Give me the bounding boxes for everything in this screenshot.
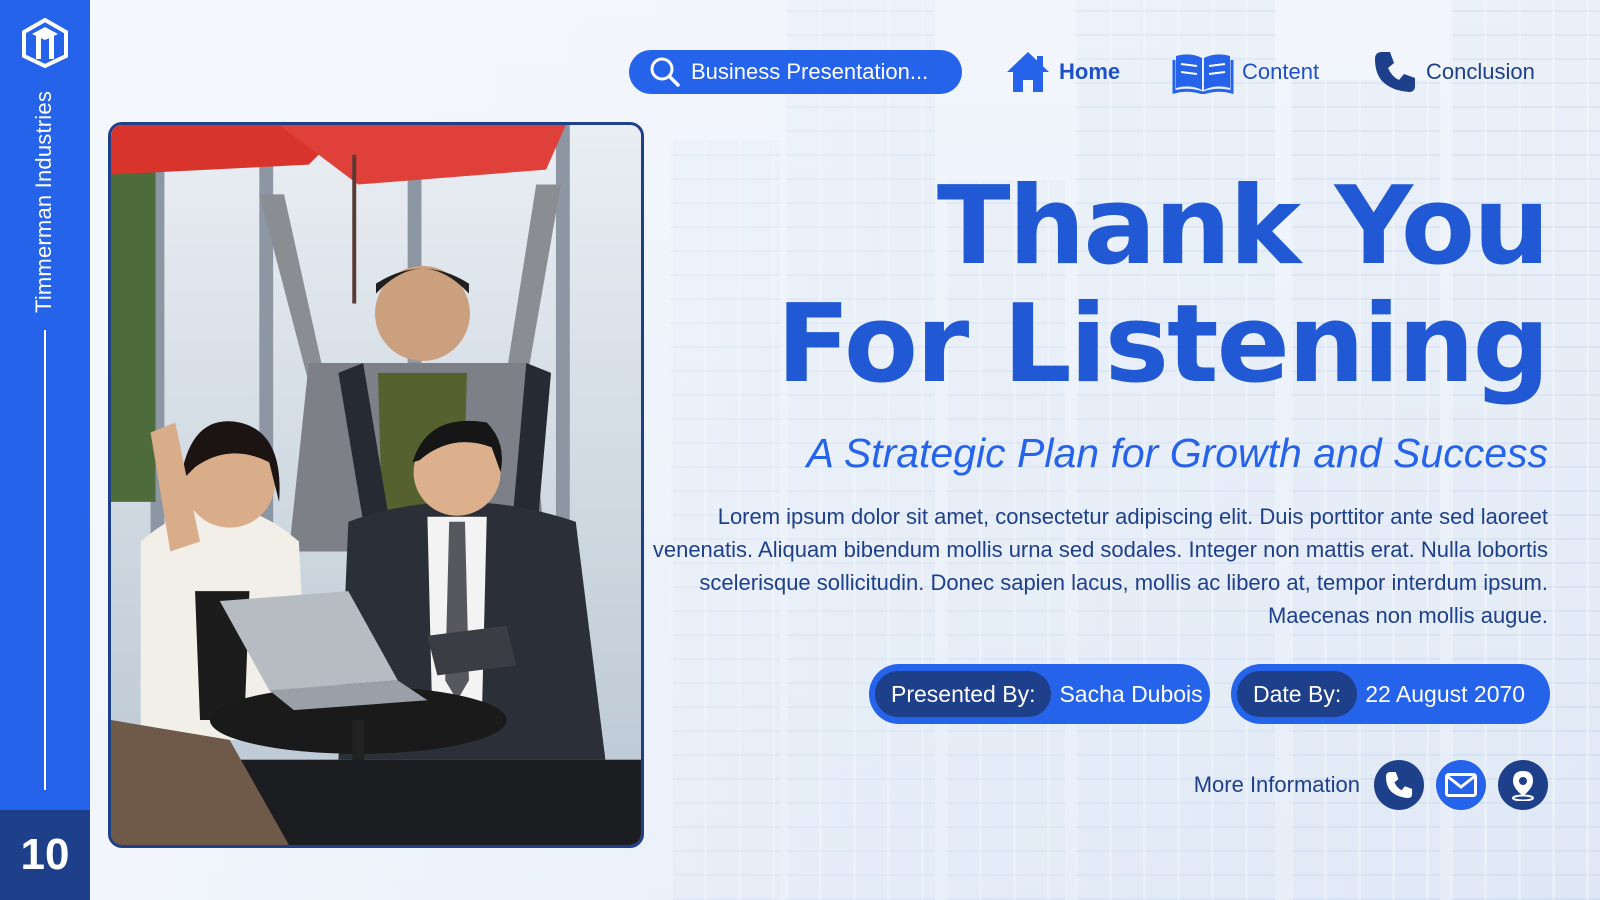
more-information-label: More Information (1193, 772, 1360, 797)
nav-conclusion[interactable]: Conclusion (1372, 48, 1535, 96)
body-paragraph: Lorem ipsum dolor sit amet, consectetur … (652, 504, 1548, 628)
cube-logo-icon (22, 18, 68, 68)
date-value: 22 August 2070 (1365, 680, 1526, 707)
page-title: Thank You For Listening (688, 164, 1550, 407)
mail-icon (1445, 773, 1477, 797)
contact-mail-button[interactable] (1436, 760, 1486, 810)
nav-home-label: Home (1059, 59, 1121, 84)
nav-content-label: Content (1242, 59, 1320, 84)
book-icon (1172, 54, 1234, 94)
contact-location-button[interactable] (1498, 760, 1548, 810)
nav-content[interactable]: Content (1172, 48, 1319, 96)
title-line-2: For Listening (776, 282, 1550, 407)
location-icon (1512, 771, 1534, 801)
date-label: Date By: (1237, 671, 1358, 717)
phone-icon (1375, 52, 1415, 92)
photo-illustration (111, 125, 641, 845)
page-subtitle: A Strategic Plan for Growth and Success (806, 430, 1548, 476)
nav-conclusion-label: Conclusion (1426, 59, 1535, 84)
phone-icon (1385, 771, 1413, 799)
contact-phone-button[interactable] (1374, 760, 1424, 810)
title-line-1: Thank You (936, 164, 1550, 289)
presenter-value: Sacha Dubois (1059, 680, 1203, 707)
sidebar-divider (44, 330, 46, 790)
page-number: 10 (0, 810, 90, 900)
date-pill: Date By: 22 August 2070 (1231, 664, 1550, 724)
nav-home[interactable]: Home (1005, 48, 1120, 96)
presenter-pill: Presented By: Sacha Dubois (869, 664, 1210, 724)
search-bar[interactable]: Business Presentation... (629, 50, 962, 94)
company-name: Timmerman Industries (31, 90, 56, 313)
sidebar: Timmerman Industries 10 (0, 0, 90, 900)
more-information: More Information (1194, 760, 1548, 810)
search-icon (650, 57, 680, 87)
search-label: Business Presentation... (691, 59, 929, 84)
presenter-label: Presented By: (875, 671, 1052, 717)
home-icon (1007, 52, 1049, 92)
team-celebration-photo (108, 122, 644, 848)
